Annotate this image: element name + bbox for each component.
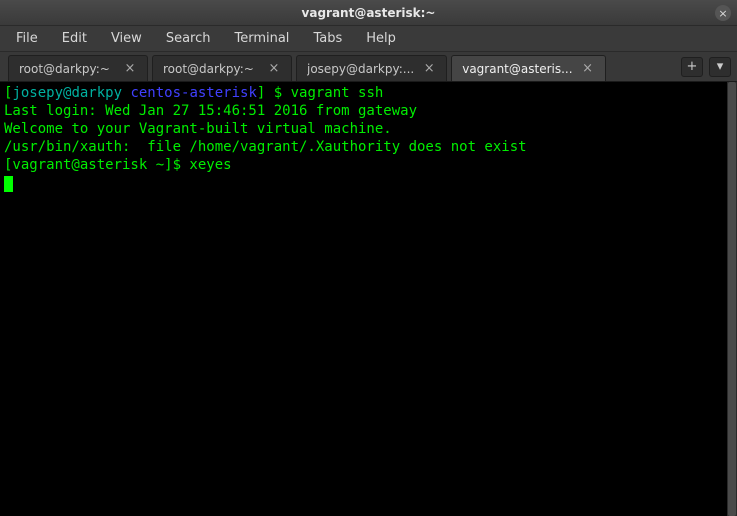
menu-tabs[interactable]: Tabs: [301, 27, 354, 50]
terminal-line: [vagrant@asterisk ~]$ xeyes: [4, 156, 733, 174]
cursor-icon: [4, 176, 13, 192]
terminal-line: [josepy@darkpy centos-asterisk] $ vagran…: [4, 84, 733, 102]
tab-close-icon[interactable]: ×: [267, 62, 281, 76]
tab-dropdown-button[interactable]: ▾: [709, 57, 731, 77]
scrollbar-thumb[interactable]: [728, 82, 736, 516]
tab-label: root@darkpy:~: [19, 62, 115, 76]
tab-close-icon[interactable]: ×: [581, 62, 595, 76]
tab-label: vagrant@asteris...: [462, 62, 572, 76]
tab-josepy-darkpy[interactable]: josepy@darkpy:... ×: [296, 55, 447, 81]
close-icon: ×: [718, 8, 727, 19]
tabbar-spacer: [608, 52, 675, 81]
menubar: File Edit View Search Terminal Tabs Help: [0, 26, 737, 52]
menu-view[interactable]: View: [99, 27, 154, 50]
plus-icon: +: [687, 60, 698, 73]
new-tab-button[interactable]: +: [681, 57, 703, 77]
tab-root-darkpy-2[interactable]: root@darkpy:~ ×: [152, 55, 292, 81]
terminal-line: Last login: Wed Jan 27 15:46:51 2016 fro…: [4, 102, 733, 120]
tab-bar: root@darkpy:~ × root@darkpy:~ × josepy@d…: [0, 52, 737, 82]
menu-file[interactable]: File: [4, 27, 50, 50]
window-titlebar: vagrant@asterisk:~ ×: [0, 0, 737, 26]
window-close-button[interactable]: ×: [715, 5, 731, 21]
menu-terminal[interactable]: Terminal: [222, 27, 301, 50]
terminal-cursor-line: [4, 174, 733, 192]
tab-close-icon[interactable]: ×: [422, 62, 436, 76]
tab-close-icon[interactable]: ×: [123, 62, 137, 76]
tab-root-darkpy-1[interactable]: root@darkpy:~ ×: [8, 55, 148, 81]
menu-help[interactable]: Help: [354, 27, 408, 50]
chevron-down-icon: ▾: [717, 60, 724, 73]
terminal-line: Welcome to your Vagrant-built virtual ma…: [4, 120, 733, 138]
menu-edit[interactable]: Edit: [50, 27, 99, 50]
scrollbar[interactable]: [727, 82, 737, 516]
tabbar-buttons: + ▾: [675, 52, 737, 81]
tab-label: root@darkpy:~: [163, 62, 259, 76]
menu-search[interactable]: Search: [154, 27, 223, 50]
tab-vagrant-asterisk[interactable]: vagrant@asteris... ×: [451, 55, 605, 81]
terminal-area[interactable]: [josepy@darkpy centos-asterisk] $ vagran…: [0, 82, 737, 516]
terminal-line: /usr/bin/xauth: file /home/vagrant/.Xaut…: [4, 138, 733, 156]
tab-label: josepy@darkpy:...: [307, 62, 414, 76]
window-title: vagrant@asterisk:~: [302, 6, 436, 20]
